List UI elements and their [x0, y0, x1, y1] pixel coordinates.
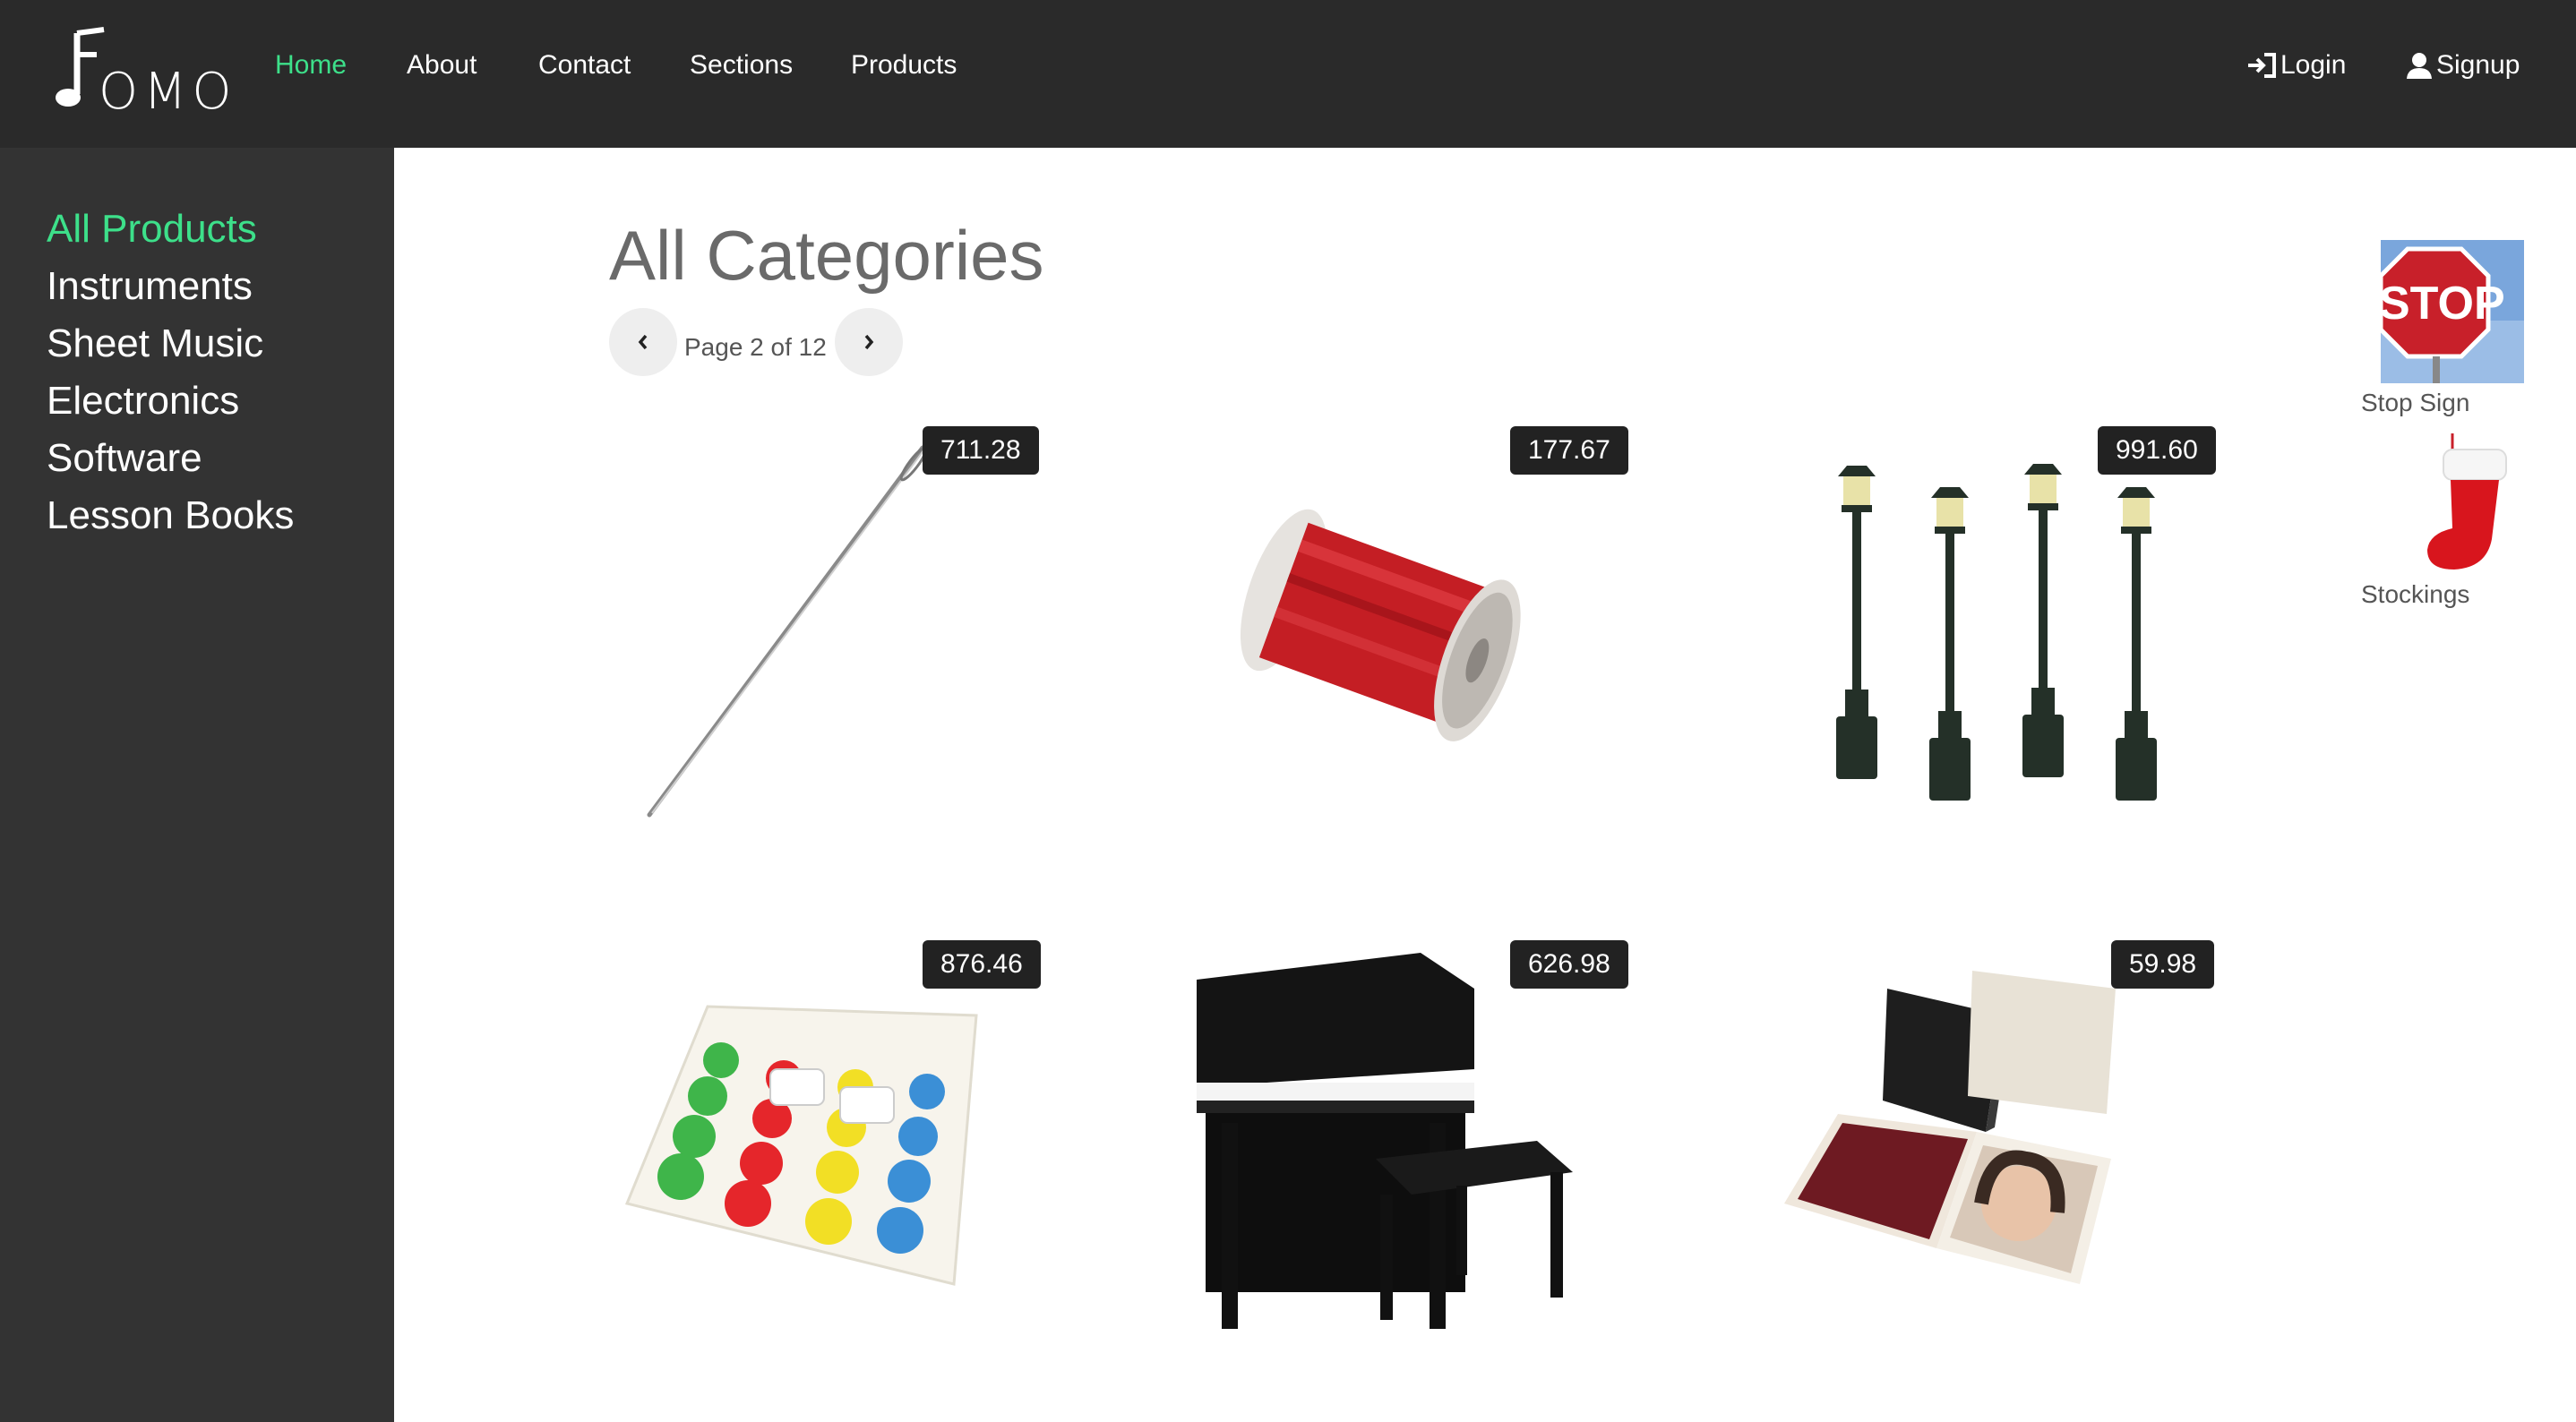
- price-badge: 876.46: [923, 940, 1041, 989]
- thread-spool-image: [1240, 509, 1521, 741]
- page-indicator: Page 2 of 12: [684, 333, 827, 361]
- sidebar-item-electronics[interactable]: Electronics: [47, 379, 239, 424]
- prev-page-button[interactable]: [609, 308, 677, 376]
- fomo-logo[interactable]: OMO: [52, 20, 231, 121]
- chevron-left-icon: [638, 334, 648, 350]
- product-card[interactable]: 59.98: [1784, 935, 2232, 1365]
- stockings-label[interactable]: Stockings: [2361, 580, 2469, 609]
- needle-image: [647, 445, 928, 818]
- product-card[interactable]: 876.46: [609, 935, 1057, 1365]
- stocking-image[interactable]: [2381, 433, 2524, 577]
- sidebar-item-lesson-books[interactable]: Lesson Books: [47, 493, 294, 538]
- login-link[interactable]: Login: [2246, 50, 2346, 81]
- page-title: All Categories: [609, 216, 1044, 295]
- price-badge: 991.60: [2098, 426, 2216, 475]
- sidebar-item-software[interactable]: Software: [47, 436, 202, 481]
- login-icon: [2248, 53, 2276, 78]
- product-card[interactable]: 991.60: [1784, 421, 2232, 851]
- price-badge: 59.98: [2111, 940, 2215, 989]
- nav-sections[interactable]: Sections: [690, 50, 793, 81]
- sidebar-item-sheet-music[interactable]: Sheet Music: [47, 321, 263, 366]
- user-icon: [2407, 53, 2432, 79]
- nav-home[interactable]: Home: [275, 50, 347, 81]
- logo-text: OMO: [99, 63, 237, 121]
- sidebar-item-instruments[interactable]: Instruments: [47, 264, 253, 309]
- nav-about[interactable]: About: [407, 50, 477, 81]
- nav-contact[interactable]: Contact: [538, 50, 631, 81]
- category-sidebar: All Products Instruments Sheet Music Ele…: [0, 148, 394, 1422]
- top-navbar: OMO Home About Contact Sections Products…: [0, 0, 2576, 148]
- next-page-button[interactable]: [835, 308, 903, 376]
- lamp-posts-image: [1836, 464, 2157, 801]
- stop-sign-text: STOP: [2381, 278, 2505, 330]
- product-card[interactable]: 177.67: [1197, 421, 1644, 851]
- product-card[interactable]: 711.28: [609, 421, 1057, 851]
- price-badge: 711.28: [923, 426, 1039, 475]
- photo-album-image: [1784, 971, 2116, 1284]
- login-label: Login: [2280, 50, 2347, 80]
- stop-sign-label[interactable]: Stop Sign: [2361, 389, 2469, 417]
- product-card[interactable]: 626.98: [1197, 935, 1644, 1365]
- stop-sign-image[interactable]: STOP: [2381, 240, 2524, 383]
- signup-label: Signup: [2436, 50, 2520, 80]
- chevron-right-icon: [864, 334, 874, 350]
- price-badge: 177.67: [1510, 426, 1628, 475]
- music-note-logo-icon: [56, 27, 105, 107]
- twister-mat-image: [624, 1005, 978, 1286]
- toy-piano-image: [1197, 953, 1573, 1329]
- signup-link[interactable]: Signup: [2406, 50, 2520, 81]
- sidebar-item-all-products[interactable]: All Products: [47, 207, 257, 252]
- nav-products[interactable]: Products: [851, 50, 957, 81]
- price-badge: 626.98: [1510, 940, 1628, 989]
